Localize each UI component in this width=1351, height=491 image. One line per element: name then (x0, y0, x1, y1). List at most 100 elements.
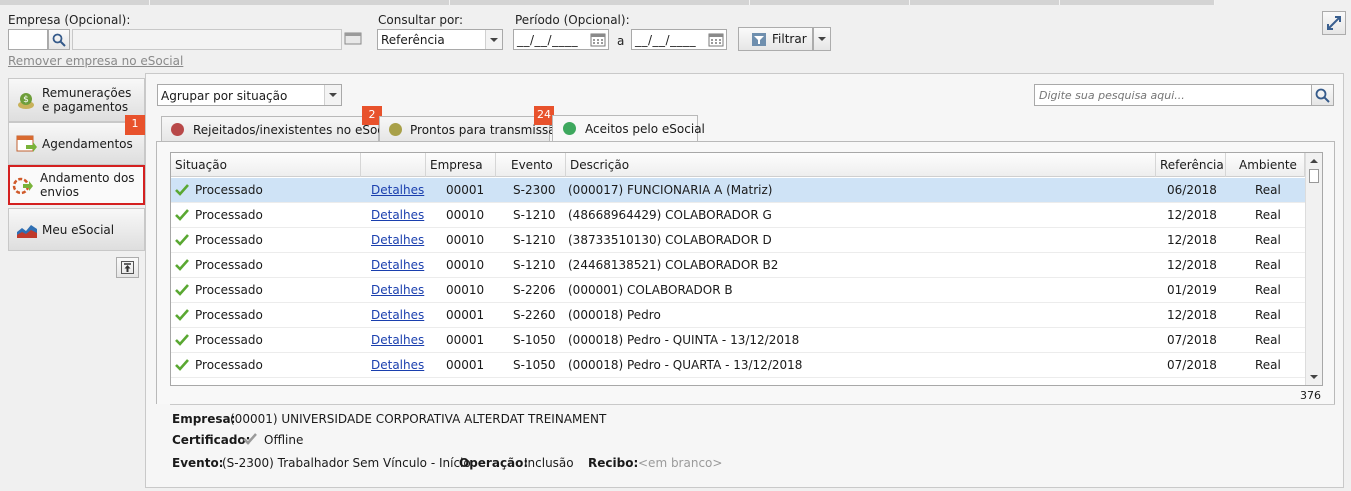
table-row[interactable]: Processado Detalhes 00010 S-1210 (4866896442… (171, 203, 1305, 228)
cell-descricao: (38733510130) COLABORADOR D (568, 233, 772, 247)
scroll-thumb[interactable] (1309, 169, 1319, 183)
table-row[interactable]: Processado Detalhes 00010 S-1210 (3873351013… (171, 228, 1305, 253)
tab-prontos[interactable]: Prontos para transmissão (379, 116, 563, 142)
sidebar-item-label: Remunerações e pagamentos (42, 86, 132, 114)
operacao-label: Operação: (459, 456, 529, 470)
cell-situacao: Processado (195, 333, 263, 347)
scroll-up-button[interactable] (1308, 155, 1320, 167)
calendar-icon[interactable] (708, 32, 724, 47)
search-button[interactable] (1311, 84, 1334, 106)
cell-referencia: 07/2018 (1167, 358, 1217, 372)
cell-descricao: (000017) FUNCIONARIA A (Matriz) (568, 183, 773, 197)
column-header-evento[interactable]: Evento (496, 153, 566, 177)
cell-descricao: (24468138521) COLABORADOR B2 (568, 258, 779, 272)
cell-detalhes-link[interactable]: Detalhes (371, 303, 426, 328)
cell-detalhes-link[interactable]: Detalhes (371, 353, 426, 378)
total-count: 376 (1300, 389, 1321, 402)
column-header-descricao[interactable]: Descrição (566, 153, 1156, 177)
cell-empresa: 00001 (446, 358, 485, 372)
cell-detalhes-link[interactable]: Detalhes (371, 178, 426, 203)
search-input[interactable] (1034, 84, 1312, 106)
cell-detalhes-link[interactable]: Detalhes (371, 253, 426, 278)
recibo-label: Recibo: (588, 456, 639, 470)
tab-aceitos[interactable]: Aceitos pelo eSocial (552, 115, 705, 142)
table-row[interactable]: Processado Detalhes 00001 S-1050 (000018) Pe… (171, 353, 1305, 378)
certificado-value: Offline (264, 433, 304, 447)
empresa-search-button[interactable] (48, 29, 70, 50)
cell-referencia: 12/2018 (1167, 208, 1217, 222)
column-header-ambiente[interactable]: Ambiente (1226, 153, 1305, 177)
periodo-from-input[interactable]: __/__/____ (513, 29, 609, 50)
cell-evento: S-2206 (513, 283, 556, 297)
tab-label: Rejeitados/inexistentes no eSocial (193, 123, 398, 137)
checkmark-icon (175, 184, 189, 196)
sidebar-item-andamento[interactable]: Andamento dos envios (8, 165, 145, 205)
checkmark-icon (175, 309, 189, 321)
cell-detalhes-link[interactable]: Detalhes (371, 203, 426, 228)
operacao-value: Inclusão (524, 456, 574, 470)
remove-empresa-link[interactable]: Remover empresa no eSocial (8, 54, 183, 68)
table-row[interactable]: Processado Detalhes 00001 S-2300 (000017) FU… (171, 178, 1305, 203)
cell-situacao: Processado (195, 308, 263, 322)
money-icon: $ (18, 93, 34, 109)
top-tab-segment (750, 0, 910, 5)
filter-button-label: Filtrar (772, 32, 807, 46)
cell-empresa: 00001 (446, 333, 485, 347)
cell-referencia: 01/2019 (1167, 283, 1217, 297)
checkmark-icon (175, 284, 189, 296)
consultar-select[interactable]: Referência (377, 29, 503, 50)
column-header-referencia[interactable]: Referência (1156, 153, 1226, 177)
cell-situacao: Processado (195, 233, 263, 247)
tab-rejeitados[interactable]: Rejeitados/inexistentes no eSocial (161, 116, 398, 142)
periodo-to-input[interactable]: __/__/____ (631, 29, 727, 50)
filter-options-button[interactable] (813, 27, 831, 51)
calendar-icon (16, 135, 37, 152)
empresa-list-button[interactable] (344, 31, 364, 48)
status-red-icon (171, 123, 184, 136)
checkmark-icon (175, 234, 189, 246)
cell-evento: S-1050 (513, 358, 556, 372)
cell-ambiente: Real (1255, 308, 1281, 322)
cell-referencia: 12/2018 (1167, 258, 1217, 272)
scroll-down-button[interactable] (1308, 371, 1320, 383)
cell-ambiente: Real (1255, 333, 1281, 347)
sync-progress-icon (12, 177, 33, 195)
collapse-sidebar-button[interactable] (116, 257, 139, 278)
checkmark-icon (175, 259, 189, 271)
column-header-situacao[interactable]: Situação (171, 153, 361, 177)
table-row[interactable]: Processado Detalhes 00010 S-1210 (2446813852… (171, 253, 1305, 278)
column-header-detalhes[interactable] (361, 153, 426, 177)
agendamentos-badge: 1 (125, 115, 145, 135)
table-row[interactable]: Processado Detalhes 00010 S-2206 (000001) CO… (171, 278, 1305, 303)
top-tab-segment (910, 0, 1060, 5)
group-by-dropdown-button[interactable] (324, 85, 341, 105)
filter-button[interactable]: Filtrar (738, 27, 813, 51)
sidebar-item-label: Meu eSocial (42, 223, 115, 237)
recibo-value: <em branco> (638, 456, 723, 470)
tab-label: Aceitos pelo eSocial (585, 122, 705, 136)
cell-detalhes-link[interactable]: Detalhes (371, 328, 426, 353)
cell-detalhes-link[interactable]: Detalhes (371, 228, 426, 253)
cell-detalhes-link[interactable]: Detalhes (371, 278, 426, 303)
evento-detail-label: Evento: (172, 456, 224, 470)
cell-evento: S-1210 (513, 233, 556, 247)
maximize-button[interactable] (1322, 11, 1346, 35)
cell-evento: S-2260 (513, 308, 556, 322)
empresa-code-input[interactable] (8, 29, 48, 50)
status-green-icon (563, 122, 576, 135)
expand-icon (1327, 16, 1341, 30)
column-header-empresa[interactable]: Empresa (426, 153, 496, 177)
sidebar-item-meu-esocial[interactable]: Meu eSocial (8, 208, 145, 251)
cell-ambiente: Real (1255, 183, 1281, 197)
evento-detail-value: (S-2300) Trabalhador Sem Vínculo - Iníci… (222, 456, 471, 470)
table-row[interactable]: Processado Detalhes 00001 S-2260 (000018) Pe… (171, 303, 1305, 328)
group-by-select[interactable]: Agrupar por situação (157, 84, 342, 106)
calendar-icon[interactable] (590, 32, 606, 47)
top-tab-segment (150, 0, 450, 5)
consultar-dropdown-button[interactable] (485, 30, 502, 49)
cell-descricao: (000018) Pedro (568, 308, 661, 322)
cell-situacao: Processado (195, 283, 263, 297)
table-row[interactable]: Processado Detalhes 00001 S-1050 (000018) Pe… (171, 328, 1305, 353)
sidebar-item-label: Agendamentos (42, 137, 133, 151)
vertical-scrollbar[interactable] (1305, 153, 1322, 385)
